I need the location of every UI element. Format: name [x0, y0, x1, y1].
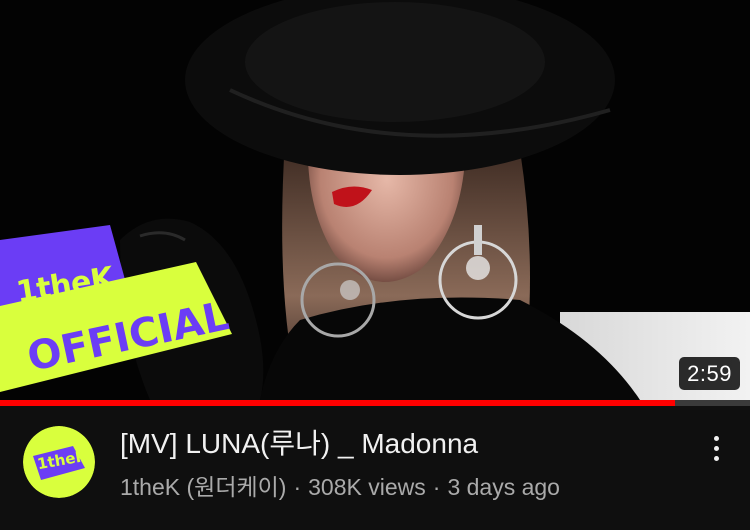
video-title[interactable]: [MV] LUNA(루나) _ Madonna: [120, 422, 478, 462]
view-count: 308K views: [308, 474, 426, 500]
more-dot: [713, 445, 719, 451]
more-dot: [713, 455, 719, 461]
separator-dot: ·: [293, 474, 302, 500]
duration-badge: 2:59: [679, 357, 740, 390]
video-metadata-line: 1theK (원더케이) · 308K views · 3 days ago: [120, 468, 560, 502]
more-dot: [713, 435, 719, 441]
upload-age: 3 days ago: [447, 474, 560, 500]
separator-dot: ·: [432, 474, 441, 500]
video-thumbnail[interactable]: 1theK OFFICIAL 2:59: [0, 0, 750, 400]
video-meta: 1theK [MV] LUNA(루나) _ Madonna 1theK (원더케…: [0, 406, 750, 530]
more-vert-icon[interactable]: [700, 430, 732, 466]
channel-avatar[interactable]: 1theK: [23, 426, 95, 498]
channel-name[interactable]: 1theK (원더케이): [120, 474, 286, 500]
video-card[interactable]: 1theK OFFICIAL 2:59 1theK [MV] LUNA(루나) …: [0, 0, 750, 530]
